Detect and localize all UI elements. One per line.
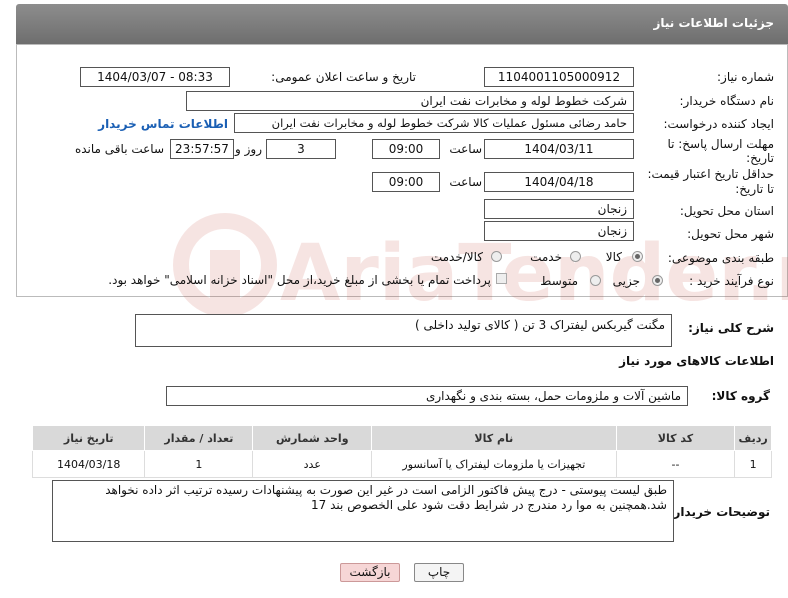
treasury-payment-checkbox[interactable] [496, 273, 507, 284]
category-option-goods: کالا [605, 250, 622, 264]
description-label: شرح کلی نیاز: [688, 321, 774, 335]
cell-goods-name: تجهیزات یا ملزومات لیفتراک یا آسانسور [371, 450, 617, 478]
category-label: طبقه بندی موضوعی: [667, 251, 774, 265]
col-unit: واحد شمارش [252, 425, 373, 451]
validity-time-field[interactable]: 09:00 [372, 172, 440, 192]
deadline-time-field[interactable]: 09:00 [372, 139, 440, 159]
process-radio-medium[interactable] [590, 275, 601, 286]
table-row[interactable]: 1 -- تجهیزات یا ملزومات لیفتراک یا آسانس… [31, 450, 772, 478]
buyer-notes-field[interactable]: طبق لیست پیوستی - درج پیش فاکتور الزامی … [52, 480, 674, 542]
category-option-service: خدمت [530, 250, 562, 264]
goods-group-field[interactable]: ماشین آلات و ملزومات حمل، بسته بندی و نگ… [166, 386, 688, 406]
need-number-label: شماره نیاز: [717, 70, 774, 84]
buyer-contact-link[interactable]: اطلاعات تماس خریدار [98, 117, 228, 131]
deadline-label: مهلت ارسال پاسخ: تا [667, 137, 774, 151]
province-label: استان محل تحویل: [679, 204, 774, 218]
requester-label: ایجاد کننده درخواست: [663, 117, 774, 131]
goods-group-label: گروه کالا: [711, 389, 770, 403]
col-quantity: تعداد / مقدار [144, 425, 254, 451]
need-number-field[interactable]: 1104001105000912 [484, 67, 634, 87]
buyer-notes-label: توضیحات خریدار: [668, 505, 770, 519]
validity-label: حداقل تاریخ اعتبار قیمت: [647, 167, 774, 181]
goods-info-title: اطلاعات کالاهای مورد نیاز [619, 354, 774, 368]
category-radio-service[interactable] [570, 251, 581, 262]
city-label: شهر محل تحویل: [687, 227, 774, 241]
category-radio-both[interactable] [491, 251, 502, 262]
cell-goods-code: -- [615, 450, 736, 478]
deadline-time-label: ساعت [449, 142, 482, 156]
process-radio-minor[interactable] [652, 275, 663, 286]
col-goods-code: کد کالا [615, 425, 736, 451]
cell-row-number: 1 [734, 450, 772, 478]
province-field[interactable]: زنجان [484, 199, 634, 219]
back-button[interactable]: بازگشت [340, 563, 400, 582]
days-field[interactable]: 3 [266, 139, 336, 159]
col-goods-name: نام کالا [371, 425, 617, 451]
days-label: روز و [235, 142, 262, 156]
process-option-medium: متوسط [540, 274, 578, 288]
category-radio-goods[interactable] [632, 251, 643, 262]
cell-unit: عدد [252, 450, 373, 478]
treasury-payment-note: پرداخت تمام یا بخشی از مبلغ خرید،از محل … [108, 273, 491, 287]
remaining-time-label: ساعت باقی مانده [74, 142, 164, 156]
announce-field[interactable]: 1404/03/07 - 08:33 [80, 67, 230, 87]
process-option-minor: جزیی [612, 274, 640, 288]
panel-header: جزئیات اطلاعات نیاز [16, 4, 788, 44]
panel-title: جزئیات اطلاعات نیاز [653, 16, 774, 30]
table-header-row: ردیف کد کالا نام کالا واحد شمارش تعداد /… [31, 425, 772, 451]
col-row-number: ردیف [734, 425, 772, 451]
city-field[interactable]: زنجان [484, 221, 634, 241]
validity-label-date: تا تاریخ: [735, 182, 774, 196]
description-field[interactable]: مگنت گیربکس لیفتراک 3 تن ( کالای تولید د… [135, 314, 672, 347]
category-option-both: کالا/خدمت [430, 250, 483, 264]
cell-need-date: 1404/03/18 [31, 450, 146, 478]
buyer-org-field[interactable]: شرکت خطوط لوله و مخابرات نفت ایران [186, 91, 634, 111]
cell-quantity: 1 [144, 450, 254, 478]
validity-time-label: ساعت [449, 175, 482, 189]
announce-label: تاریخ و ساعت اعلان عمومی: [271, 70, 416, 84]
goods-table: ردیف کد کالا نام کالا واحد شمارش تعداد /… [31, 425, 772, 478]
requester-field[interactable]: حامد رضائی مسئول عملیات کالا شرکت خطوط ل… [234, 113, 634, 133]
deadline-label-date: تاریخ: [746, 151, 774, 165]
deadline-date-field[interactable]: 1404/03/11 [484, 139, 634, 159]
buyer-org-label: نام دستگاه خریدار: [679, 94, 775, 108]
process-label: نوع فرآیند خرید : [689, 274, 774, 288]
print-button[interactable]: چاپ [414, 563, 464, 582]
remaining-time-field[interactable]: 23:57:57 [170, 139, 234, 159]
col-need-date: تاریخ نیاز [31, 425, 146, 451]
validity-date-field[interactable]: 1404/04/18 [484, 172, 634, 192]
